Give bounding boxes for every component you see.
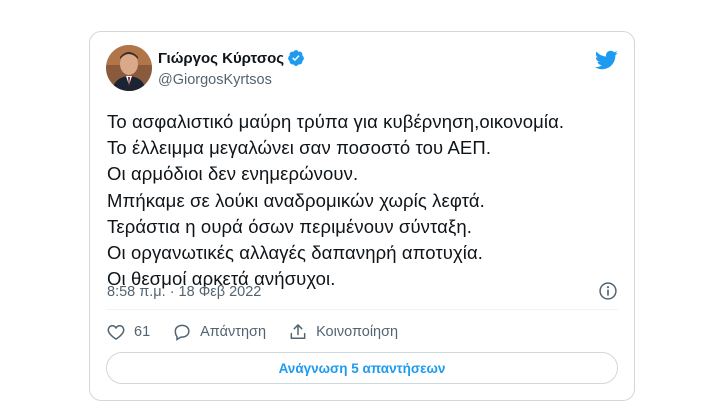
divider [106,309,618,310]
reply-label: Απάντηση [200,324,267,340]
twitter-bird-icon[interactable] [594,48,618,72]
author-name[interactable]: Γιώργος Κύρτσος [158,50,284,67]
tweet-text: Το ασφαλιστικό μαύρη τρύπα για κυβέρνηση… [107,111,565,290]
verified-badge-icon [287,49,305,67]
like-count: 61 [134,324,151,340]
tweet-timestamp[interactable]: 8:58 π.μ. · 18 Φεβ 2022 [107,284,261,300]
tweet-card: Γιώργος Κύρτσος @GiorgosKyrtsos Το ασφαλ… [89,31,635,401]
share-icon [290,324,306,339]
share-label: Κοινοποίηση [316,324,399,340]
reply-icon [174,324,190,341]
read-replies-button[interactable]: Ανάγνωση 5 απαντήσεων [106,352,618,384]
tweet-actions: 61 Απάντηση Κοινοποίηση [106,321,420,343]
avatar[interactable] [106,45,152,91]
like-button[interactable]: 61 [106,322,150,342]
info-icon[interactable] [598,281,618,301]
reply-button[interactable]: Απάντηση [172,322,266,342]
author-handle[interactable]: @GiorgosKyrtsos [158,72,272,88]
heart-icon [107,324,125,340]
share-button[interactable]: Κοινοποίηση [288,322,398,342]
author-name-row: Γιώργος Κύρτσος [158,49,305,67]
